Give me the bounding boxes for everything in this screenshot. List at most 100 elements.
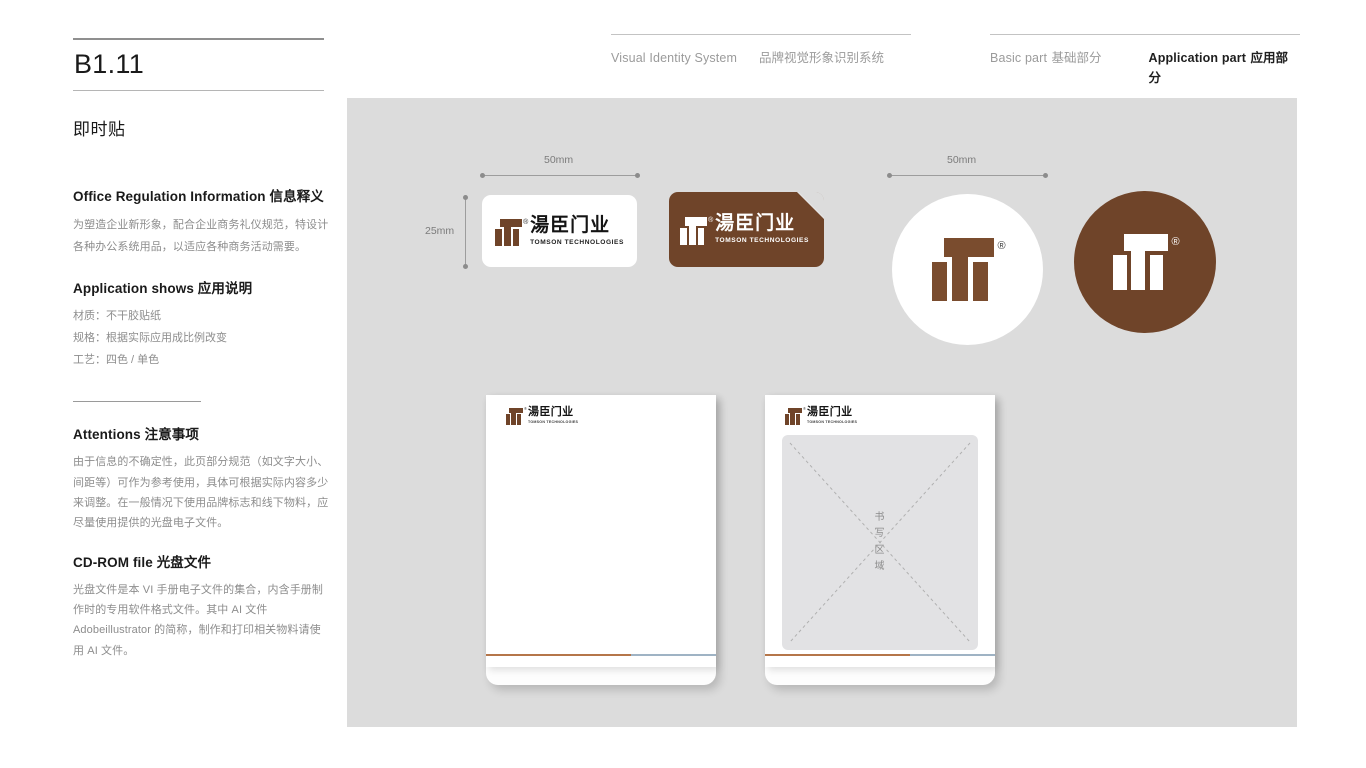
page-code: B1.11	[74, 49, 145, 79]
mark-leg-right	[512, 229, 520, 247]
section-heading: Office Regulation Information 信息释义	[73, 188, 324, 204]
nav-application-part[interactable]: Application part 应用部分	[1149, 47, 1300, 87]
dim-dot-left	[480, 173, 485, 178]
registered-trademark-icon: ®	[997, 239, 1006, 252]
iti-logo-mark	[495, 218, 523, 247]
section-attentions: Attentions 注意事项 由于信息的不确定性，此页部分规范（如文字大小、间…	[73, 402, 331, 533]
basic-part-en: Basic part	[990, 51, 1048, 65]
mark-top-bar	[685, 217, 708, 226]
section-office-regulation: Office Regulation Information 信息释义 为塑造企业…	[73, 140, 331, 258]
brand-wordmark: 湯臣门业 TOMSON TECHNOLOGIES	[530, 216, 624, 247]
dim-dot-right	[635, 173, 640, 178]
writing-area-label: 书 写 区 域	[875, 510, 886, 576]
mark-leg-middle	[511, 413, 516, 425]
wordmark-en: TOMSON TECHNOLOGIES	[527, 420, 579, 424]
circle-lockup-light: ®	[932, 237, 1006, 302]
wordmark-cn: 湯臣门业	[806, 406, 853, 418]
notepad-with-write-area: ® 湯臣门业 TOMSON TECHNOLOGIES 书 写 区 域	[765, 395, 995, 685]
section-application-shows: Application shows 应用说明 材质：不干胶贴纸 规格：根据实际应…	[73, 258, 331, 372]
header-group-parts: Basic part 基础部分 Application part 应用部分	[990, 34, 1300, 87]
iti-logo-mark	[785, 408, 802, 425]
writing-area-box: 书 写 区 域	[782, 435, 978, 650]
section-cdrom-file: CD-ROM file 光盘文件 光盘文件是本 VI 手册电子文件的集合，内含手…	[73, 534, 331, 661]
mark-leg-left	[932, 261, 948, 302]
mark-leg-middle	[503, 227, 511, 247]
dim-line-circle-width	[890, 175, 1047, 176]
brand-wordmark-small: 湯臣门业 TOMSON TECHNOLOGIES	[807, 407, 857, 425]
iti-logo-mark	[932, 237, 995, 302]
notepad-accent-line-brown	[765, 654, 910, 656]
mark-leg-right	[796, 414, 801, 425]
brand-lockup: ® 湯臣门业 TOMSON TECHNOLOGIES	[495, 216, 624, 247]
mark-top-bar	[943, 237, 995, 258]
mark-leg-left	[1113, 255, 1127, 291]
notepad-top-sheet: ® 湯臣门业 TOMSON TECHNOLOGIES 书 写 区 域	[765, 395, 995, 667]
header-row-identity: Visual Identity System 品牌视觉形象识别系统	[611, 35, 911, 66]
label-char: 写	[874, 528, 886, 539]
notepad-accent-line-brown	[486, 654, 631, 656]
mark-leg-middle	[688, 225, 696, 245]
notepad-accent-line-blue	[631, 654, 716, 656]
mark-leg-left	[680, 227, 687, 245]
wordmark-cn: 湯臣门业	[527, 406, 574, 418]
iti-logo-mark	[506, 408, 523, 425]
mark-leg-right	[1149, 255, 1163, 291]
brand-wordmark: 湯臣门业 TOMSON TECHNOLOGIES	[715, 214, 809, 245]
vi-manual-page: Visual Identity System 品牌视觉形象识别系统 Basic …	[0, 0, 1366, 768]
dim-label-circle-width: 50mm	[947, 154, 977, 166]
mark-top-bar	[1123, 233, 1169, 252]
mark-leg-right	[517, 414, 522, 425]
label-char: 域	[874, 561, 886, 572]
sticker-circle-white: ®	[892, 194, 1043, 345]
dim-dot-bottom	[463, 264, 468, 269]
wordmark-cn: 湯臣门业	[715, 213, 796, 234]
section-body: 为塑造企业新形象，配合企业商务礼仪规范，特设计各种办公系统用品，以适应各种商务活…	[73, 218, 329, 253]
artwork-stage: 50mm 25mm 50mm ® 湯臣门业 TOMSON TECHNOLOGIE…	[347, 98, 1297, 727]
section-heading: CD-ROM file 光盘文件	[73, 554, 212, 570]
registered-trademark-icon: ®	[803, 406, 806, 411]
spec-process: 工艺：四色 / 单色	[73, 354, 160, 367]
brand-lockup-small: ® 湯臣门业 TOMSON TECHNOLOGIES	[785, 407, 857, 425]
notepad-accent-line-blue	[910, 654, 995, 656]
dim-label-sticker-height: 25mm	[425, 225, 455, 237]
page-title: 即时贴	[73, 119, 126, 139]
wordmark-cn: 湯臣门业	[530, 214, 611, 236]
sticker-circle-brown: ®	[1074, 191, 1216, 333]
spec-material: 材质：不干胶贴纸	[73, 310, 161, 323]
brand-wordmark-small: 湯臣门业 TOMSON TECHNOLOGIES	[528, 407, 578, 425]
section-heading: Attentions 注意事项	[73, 427, 199, 443]
brand-lockup-reverse: ® 湯臣门业 TOMSON TECHNOLOGIES	[680, 214, 809, 245]
header-group-identity: Visual Identity System 品牌视觉形象识别系统	[611, 34, 911, 66]
mark-leg-middle	[952, 257, 969, 302]
mark-leg-right	[973, 261, 989, 302]
spec-size: 规格：根据实际应用成比例改变	[73, 332, 227, 345]
nav-basic-part[interactable]: Basic part 基础部分	[990, 47, 1125, 67]
sticker-white-rounded: ® 湯臣门业 TOMSON TECHNOLOGIES	[482, 195, 637, 267]
registered-trademark-icon: ®	[524, 406, 527, 411]
section-heading: Application shows 应用说明	[73, 280, 253, 296]
registered-trademark-icon: ®	[708, 217, 714, 224]
label-char: 书	[874, 511, 886, 523]
mark-leg-right	[697, 227, 705, 245]
header-row-parts: Basic part 基础部分 Application part 应用部分	[990, 35, 1300, 87]
label-char: 区	[874, 544, 886, 556]
section-body: 光盘文件是本 VI 手册电子文件的集合，内含手册制作时的专用软件格式文件。其中 …	[73, 583, 324, 657]
registered-trademark-icon: ®	[1171, 235, 1180, 248]
header-vis-cn: 品牌视觉形象识别系统	[759, 51, 885, 65]
circle-lockup-reverse: ®	[1113, 233, 1180, 291]
mark-leg-middle	[790, 413, 795, 425]
wordmark-en: TOMSON TECHNOLOGIES	[715, 237, 809, 244]
dim-dot-right	[1043, 173, 1048, 178]
wordmark-en: TOMSON TECHNOLOGIES	[806, 420, 858, 424]
basic-part-cn: 基础部分	[1051, 51, 1102, 65]
sidebar: B1.11 即时贴 Office Regulation Information …	[73, 38, 331, 661]
dim-line-sticker-width	[483, 175, 639, 176]
mark-top-bar	[500, 218, 523, 228]
notepad-blank: ® 湯臣门业 TOMSON TECHNOLOGIES	[486, 395, 716, 685]
iti-logo-mark	[680, 217, 708, 245]
mark-leg-left	[785, 414, 790, 425]
dim-line-sticker-height	[465, 197, 466, 267]
wordmark-en: TOMSON TECHNOLOGIES	[530, 238, 624, 246]
sticker-brown-peeled: ® 湯臣门业 TOMSON TECHNOLOGIES	[669, 192, 824, 267]
section-body: 由于信息的不确定性，此页部分规范（如文字大小、间距等）可作为参考使用，具体可根据…	[73, 456, 329, 530]
